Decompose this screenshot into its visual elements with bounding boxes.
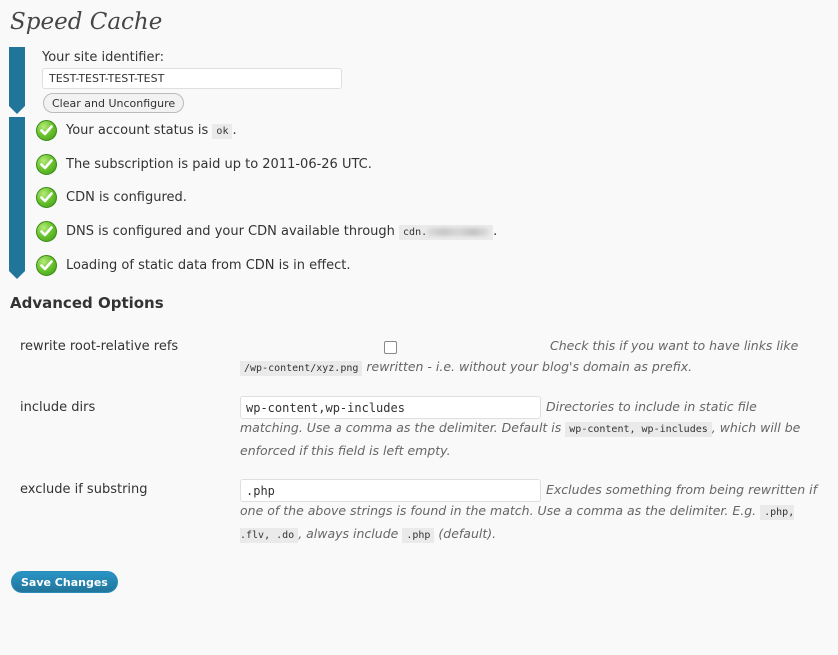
status-static: Loading of static data from CDN is in ef… <box>36 253 350 277</box>
status-subscription: The subscription is paid up to 2011-06-2… <box>36 152 372 176</box>
redacted-hostname <box>427 227 490 236</box>
account-status-label: Your account status is <box>66 122 209 138</box>
site-identifier-label: Your site identifier: <box>42 50 164 65</box>
include-dirs-label: include dirs <box>20 400 96 415</box>
status-static-text: Loading of static data from CDN is in ef… <box>66 257 351 273</box>
rewrite-desc-code: /wp-content/xyz.png <box>240 361 363 376</box>
status-dns-text: DNS is configured and your CDN available… <box>66 223 498 240</box>
check-icon <box>36 119 57 141</box>
check-icon <box>36 254 57 276</box>
include-dirs-description: Directories to include in static file ma… <box>240 396 820 461</box>
rewrite-refs-label: rewrite root-relative refs <box>20 339 179 354</box>
status-account: Your account status is ok. <box>36 118 237 142</box>
dns-status-label: DNS is configured and your CDN available… <box>66 223 395 239</box>
exclude-desc-text: Excludes something from being rewritten … <box>240 482 818 518</box>
status-marker-bar <box>9 117 25 279</box>
exclude-desc-text-3: (default). <box>438 526 497 541</box>
rewrite-desc-text: Check this if you want to have links lik… <box>549 338 799 353</box>
section-marker-bar <box>9 47 25 114</box>
clear-unconfigure-button[interactable]: Clear and Unconfigure <box>43 93 185 113</box>
status-account-text: Your account status is ok. <box>66 122 237 139</box>
advanced-options-heading: Advanced Options <box>10 294 164 312</box>
status-cdn: CDN is configured. <box>36 185 187 209</box>
account-status-value: ok <box>212 123 233 139</box>
account-status-period: . <box>232 122 237 138</box>
dns-status-period: . <box>493 223 498 239</box>
check-icon <box>36 153 57 175</box>
save-changes-button[interactable]: Save Changes <box>11 571 118 593</box>
exclude-desc-code-2: .php <box>402 528 435 543</box>
check-icon <box>36 220 57 242</box>
exclude-substring-description: Excludes something from being rewritten … <box>240 479 820 546</box>
status-subscription-text: The subscription is paid up to 2011-06-2… <box>66 156 372 172</box>
exclude-substring-label: exclude if substring <box>20 482 148 497</box>
check-icon <box>36 186 57 208</box>
site-identifier-input[interactable] <box>42 68 342 89</box>
status-cdn-text: CDN is configured. <box>66 189 187 205</box>
rewrite-desc-text-2: rewritten - i.e. without your blog's dom… <box>366 359 693 374</box>
rewrite-refs-description: Check this if you want to have links lik… <box>240 335 820 379</box>
page-title: Speed Cache <box>10 9 163 35</box>
cdn-host-prefix: cdn. <box>403 226 428 238</box>
status-dns: DNS is configured and your CDN available… <box>36 219 497 243</box>
exclude-desc-text-2: , always include <box>298 526 399 541</box>
cdn-hostname: cdn. <box>399 224 494 240</box>
include-desc-code: wp-content, wp-includes <box>565 422 712 437</box>
